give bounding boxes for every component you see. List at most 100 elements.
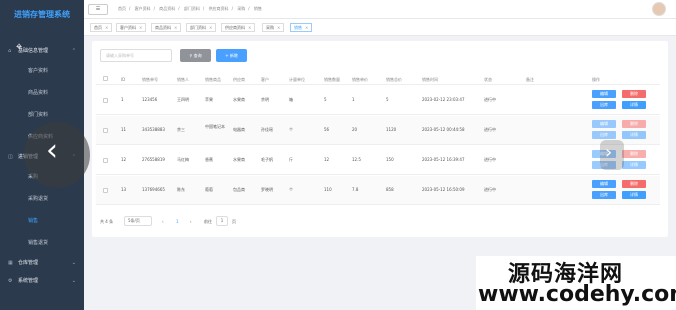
- table-row: 12 276558819 马红梅 香蕉 水果商 毛子帆 斤 12 12.5 15…: [96, 146, 660, 175]
- breadcrumb-item[interactable]: 商品资料: [159, 6, 175, 11]
- row-checkbox[interactable]: [103, 188, 108, 193]
- detail-button[interactable]: 详情: [622, 101, 646, 109]
- next-page-button[interactable]: ›: [190, 219, 192, 224]
- row-checkbox[interactable]: [103, 128, 108, 133]
- edit-button[interactable]: 编辑: [592, 120, 616, 128]
- delete-button[interactable]: 删除: [622, 180, 646, 188]
- breadcrumb-item[interactable]: 采购: [237, 6, 245, 11]
- sidebar-item-customer[interactable]: 客户资料: [0, 60, 84, 82]
- cell-supplier: 水果商: [233, 157, 245, 162]
- delete-button[interactable]: 删除: [622, 90, 646, 98]
- tab-label: 采购: [266, 25, 274, 30]
- close-icon[interactable]: ×: [139, 25, 142, 30]
- cell-customer: 毛子帆: [261, 157, 273, 162]
- tab-customer[interactable]: 客户资料 ×: [116, 23, 147, 32]
- cell-product: 中国笔记本: [205, 124, 225, 129]
- cell-id: 11: [121, 127, 127, 132]
- delete-button[interactable]: 删除: [622, 150, 646, 158]
- ship-button[interactable]: 出库: [592, 191, 616, 199]
- close-icon[interactable]: ×: [209, 25, 212, 30]
- row-checkbox[interactable]: [103, 158, 108, 163]
- breadcrumb-item[interactable]: 客户资料: [135, 6, 151, 11]
- close-icon[interactable]: ×: [174, 25, 177, 30]
- next-slide-button[interactable]: ›: [600, 140, 624, 170]
- edit-button[interactable]: 编辑: [592, 180, 616, 188]
- sidebar-item-sales-return[interactable]: 销售退货: [0, 232, 84, 254]
- sidebar-item-sales[interactable]: 销售: [0, 210, 84, 232]
- avatar[interactable]: [652, 2, 666, 16]
- ship-button[interactable]: 出库: [592, 131, 616, 139]
- search-input[interactable]: 请输入采购单号: [100, 49, 172, 62]
- tab-department[interactable]: 部门资料 ×: [186, 23, 217, 32]
- tab-label: 商品资料: [155, 25, 171, 30]
- sidebar-item-department[interactable]: 部门资料: [0, 104, 84, 126]
- cell-supplier: 包品商: [233, 187, 245, 192]
- close-icon[interactable]: ×: [305, 25, 308, 30]
- add-button[interactable]: + 新增: [216, 49, 247, 62]
- app-title: 进销存管理系统: [14, 10, 70, 19]
- page-number[interactable]: 1: [176, 219, 179, 224]
- cell-total: 150: [386, 157, 394, 162]
- query-label: 查询: [193, 53, 202, 58]
- col-price: 销售单价: [352, 77, 368, 82]
- cell-supplier: 电器商: [233, 127, 245, 132]
- cell-no: 343538883: [142, 127, 165, 132]
- breadcrumb-item[interactable]: 销售: [254, 6, 262, 11]
- cell-id: 1: [121, 97, 124, 102]
- menu-group-warehouse[interactable]: ▦ 仓库管理 ⌄: [0, 254, 84, 272]
- chevron-right-icon: ›: [605, 142, 613, 163]
- cell-seller: 陈东: [177, 187, 185, 192]
- select-all-checkbox[interactable]: [103, 76, 108, 81]
- menu-group-system[interactable]: ⚙ 系统管理 ⌄: [0, 272, 84, 290]
- close-icon[interactable]: ×: [277, 25, 280, 30]
- prev-slide-button[interactable]: ‹: [24, 122, 90, 188]
- col-seller: 销售人: [177, 77, 189, 82]
- cell-price: 12.5: [352, 157, 361, 162]
- cell-qty: 110: [324, 187, 332, 192]
- cell-unit: 箱: [289, 97, 293, 102]
- delete-button[interactable]: 删除: [622, 120, 646, 128]
- edit-button[interactable]: 编辑: [592, 90, 616, 98]
- goto-label: 前往: [204, 219, 212, 224]
- cell-time: 2023-02-12 23:03:47: [422, 97, 465, 102]
- breadcrumb-item[interactable]: 部门资料: [184, 6, 200, 11]
- sidebar-item-product[interactable]: 商品资料: [0, 82, 84, 104]
- col-time: 销售时间: [422, 77, 438, 82]
- cell-qty: 5: [324, 97, 327, 102]
- cell-unit: 个: [289, 187, 293, 192]
- col-total: 销售总价: [386, 77, 402, 82]
- chevron-left-icon: ‹: [46, 133, 58, 168]
- cell-status: 进行中: [484, 187, 496, 192]
- tab-label: 销售: [294, 25, 302, 30]
- cell-id: 13: [121, 187, 127, 192]
- ship-button[interactable]: 出库: [592, 101, 616, 109]
- row-checkbox[interactable]: [103, 98, 108, 103]
- tab-supplier[interactable]: 供应商资料 ×: [221, 23, 256, 32]
- detail-button[interactable]: 详情: [622, 161, 646, 169]
- cell-customer: 罗晓明: [261, 187, 273, 192]
- cell-time: 2023-05-12 16:50:09: [422, 187, 465, 192]
- tab-purchase[interactable]: 采购 ×: [262, 23, 285, 32]
- pager-total: 共 4 条: [100, 219, 114, 224]
- warehouse-icon: ▦: [8, 260, 13, 266]
- tab-product[interactable]: 商品资料 ×: [151, 23, 182, 32]
- tab-home[interactable]: 首页 ×: [90, 23, 113, 32]
- menu-group-label: 基础信息管理: [18, 48, 49, 54]
- detail-button[interactable]: 详情: [622, 191, 646, 199]
- query-button[interactable]: ⚲ 查询: [180, 49, 211, 62]
- close-icon[interactable]: ×: [248, 25, 251, 30]
- sidebar-item-purchase-return[interactable]: 采购退货: [0, 188, 84, 210]
- cell-qty: 12: [324, 157, 330, 162]
- cell-unit: 个: [289, 127, 293, 132]
- menu-group-basic-info[interactable]: ⌂ 基础信息管理 ⌃: [0, 42, 84, 60]
- breadcrumb-item[interactable]: 供应商资料: [209, 6, 229, 11]
- cell-seller: 王四明: [177, 97, 189, 102]
- close-icon[interactable]: ×: [105, 25, 108, 30]
- page-size-select[interactable]: 5条/页: [124, 216, 152, 226]
- prev-page-button[interactable]: ‹: [162, 219, 164, 224]
- detail-button[interactable]: 详情: [622, 131, 646, 139]
- breadcrumb-item[interactable]: 首页: [118, 6, 126, 11]
- tab-sales[interactable]: 销售 ×: [290, 23, 313, 32]
- goto-page-input[interactable]: 1: [216, 216, 228, 226]
- menu-toggle-button[interactable]: ☰: [88, 4, 108, 15]
